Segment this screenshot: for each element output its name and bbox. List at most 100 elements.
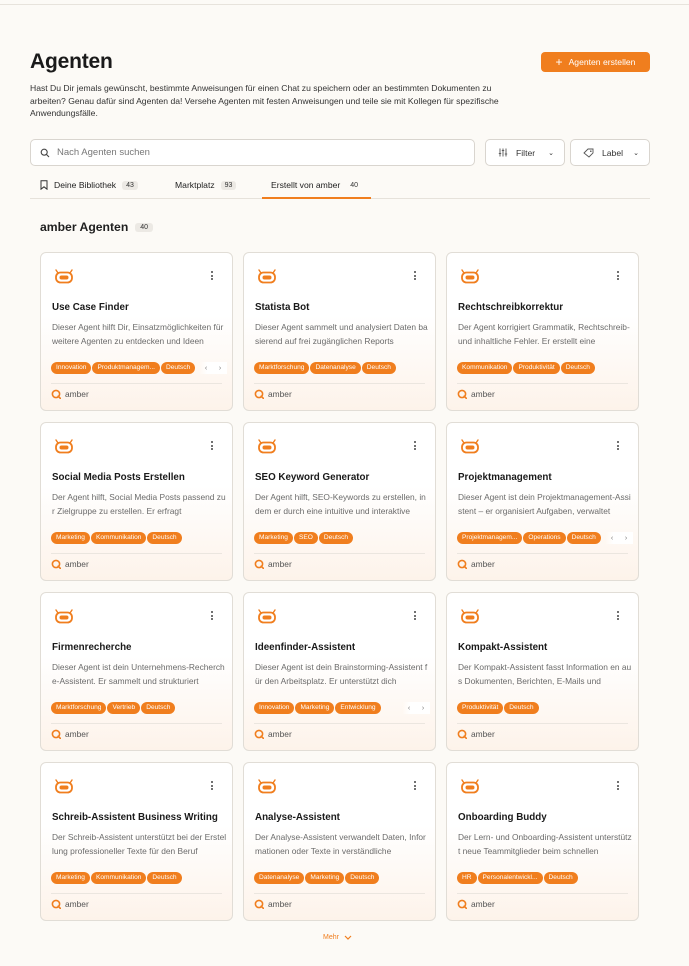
agent-card[interactable]: Ideenfinder-Assistent Dieser Agent ist d… [243, 592, 436, 751]
tag-badge: Innovation [51, 362, 92, 374]
agent-title: Ideenfinder-Assistent [255, 642, 356, 653]
page-header: Agenten Hast Du Dir jemals gewünscht, be… [30, 50, 650, 118]
agent-tags: HR Personalentwickl... Deutsch [457, 872, 633, 885]
agent-title: Analyse-Assistent [255, 812, 340, 823]
tag-badge: Marktforschung [254, 362, 310, 374]
tag-badge: Innovation [254, 702, 295, 714]
agent-card[interactable]: Analyse-Assistent Der Analyse-Assistent … [243, 762, 436, 921]
kebab-menu-icon[interactable] [617, 271, 620, 282]
chevron-down-icon: ⌄ [633, 149, 639, 157]
agent-title: SEO Keyword Generator [255, 472, 370, 483]
chevron-right-icon[interactable]: › [422, 705, 424, 712]
bookmark-icon [40, 180, 48, 190]
agent-tags: Marketing Kommunikation Deutsch [51, 872, 227, 885]
plus-icon: + [555, 55, 563, 69]
agent-owner: amber [254, 899, 292, 909]
owner-name: amber [65, 389, 89, 399]
tag-badge: Deutsch [345, 872, 380, 884]
agent-title: Schreib-Assistent Business Writing [52, 812, 218, 823]
tab-library[interactable]: Deine Bibliothek 43 [40, 172, 138, 198]
kebab-menu-icon[interactable] [414, 781, 417, 792]
agent-tags: Innovation Marketing Entwicklung ‹ › [254, 702, 430, 715]
agent-owner: amber [457, 559, 495, 569]
robot-icon [55, 439, 73, 454]
chevron-left-icon[interactable]: ‹ [611, 535, 613, 542]
card-divider [254, 383, 425, 384]
tag-badge: Deutsch [141, 702, 176, 714]
tag-badge: Produktivität [457, 702, 504, 714]
kebab-menu-icon[interactable] [414, 611, 417, 622]
agent-card[interactable]: Kompakt-Assistent Der Kompakt-Assistent … [446, 592, 639, 751]
chevron-left-icon[interactable]: ‹ [205, 365, 207, 372]
tag-badge: Vertrieb [107, 702, 141, 714]
kebab-menu-icon[interactable] [617, 781, 620, 792]
search-icon [40, 148, 50, 157]
agent-card[interactable]: Rechtschreibkorrektur Der Agent korrigie… [446, 252, 639, 411]
more-button[interactable]: Mehr [323, 934, 352, 941]
create-agent-button[interactable]: + Agenten erstellen [541, 52, 650, 72]
agent-description: Der Agent hilft, Social Media Posts pass… [52, 492, 226, 516]
robot-icon [258, 609, 276, 624]
kebab-menu-icon[interactable] [414, 441, 417, 452]
kebab-menu-icon[interactable] [211, 441, 214, 452]
agent-card[interactable]: Projektmanagement Dieser Agent ist dein … [446, 422, 639, 581]
kebab-menu-icon[interactable] [617, 441, 620, 452]
amber-logo-icon [254, 899, 264, 909]
card-divider [51, 383, 222, 384]
section-heading: amber Agenten 40 [40, 220, 154, 234]
owner-name: amber [268, 559, 292, 569]
kebab-menu-icon[interactable] [211, 781, 214, 792]
chevron-right-icon[interactable]: › [219, 365, 221, 372]
agent-card[interactable]: Use Case Finder Dieser Agent hilft Dir, … [40, 252, 233, 411]
owner-name: amber [268, 389, 292, 399]
agent-tags: Marketing Kommunikation Deutsch [51, 532, 227, 545]
more-label: Mehr [323, 934, 339, 941]
agent-owner: amber [457, 389, 495, 399]
page-description: Hast Du Dir jemals gewünscht, bestimmte … [30, 83, 499, 119]
robot-icon [461, 269, 479, 284]
kebab-menu-icon[interactable] [617, 611, 620, 622]
kebab-menu-icon[interactable] [211, 271, 214, 282]
agent-card[interactable]: Schreib-Assistent Business Writing Der S… [40, 762, 233, 921]
tag-scroll-controls: ‹ › [199, 362, 227, 374]
agent-card[interactable]: Onboarding Buddy Der Lern- und Onboardin… [446, 762, 639, 921]
agent-description: Dieser Agent hilft Dir, Einsatzmöglichke… [52, 322, 224, 346]
agent-description: Der Analyse-Assistent verwandelt Daten, … [255, 832, 426, 856]
robot-icon [258, 779, 276, 794]
owner-name: amber [65, 729, 89, 739]
kebab-menu-icon[interactable] [414, 271, 417, 282]
robot-icon [461, 609, 479, 624]
search-box[interactable] [30, 139, 475, 166]
owner-name: amber [65, 899, 89, 909]
agent-card[interactable]: Statista Bot Dieser Agent sammelt und an… [243, 252, 436, 411]
agent-description: Der Agent korrigiert Grammatik, Rechtsch… [458, 322, 630, 346]
agent-tags: Innovation Produktmanagem... Deutsch ‹ › [51, 362, 227, 375]
tag-badge: Personalentwickl... [477, 872, 543, 884]
filter-dropdown[interactable]: Filter ⌄ [485, 139, 565, 166]
owner-name: amber [471, 389, 495, 399]
tag-badge: Deutsch [160, 362, 196, 374]
tab-count: 43 [122, 180, 138, 190]
chevron-down-icon: ⌄ [548, 149, 554, 157]
chevron-right-icon[interactable]: › [625, 535, 627, 542]
tag-badge: Deutsch [566, 532, 601, 544]
tab-marketplace[interactable]: Marktplatz 93 [175, 172, 237, 198]
tag-scroll-controls: ‹ › [605, 532, 633, 544]
tag-badge: Marketing [51, 532, 90, 544]
chevron-left-icon[interactable]: ‹ [408, 705, 410, 712]
agent-card[interactable]: Social Media Posts Erstellen Der Agent h… [40, 422, 233, 581]
label-dropdown[interactable]: Label ⌄ [570, 139, 650, 166]
amber-logo-icon [254, 389, 264, 399]
card-divider [254, 553, 425, 554]
card-divider [457, 383, 628, 384]
tab-label: Erstellt von amber [271, 180, 341, 190]
search-input[interactable] [57, 147, 437, 158]
tag-badge: Deutsch [361, 362, 396, 374]
agent-owner: amber [51, 559, 89, 569]
agent-card[interactable]: SEO Keyword Generator Der Agent hilft, S… [243, 422, 436, 581]
kebab-menu-icon[interactable] [211, 611, 214, 622]
tag-badge: SEO [293, 532, 318, 544]
agent-card[interactable]: Firmenrecherche Dieser Agent ist dein Un… [40, 592, 233, 751]
tab-created-by-amber[interactable]: Erstellt von amber 40 [261, 172, 372, 199]
owner-name: amber [471, 899, 495, 909]
